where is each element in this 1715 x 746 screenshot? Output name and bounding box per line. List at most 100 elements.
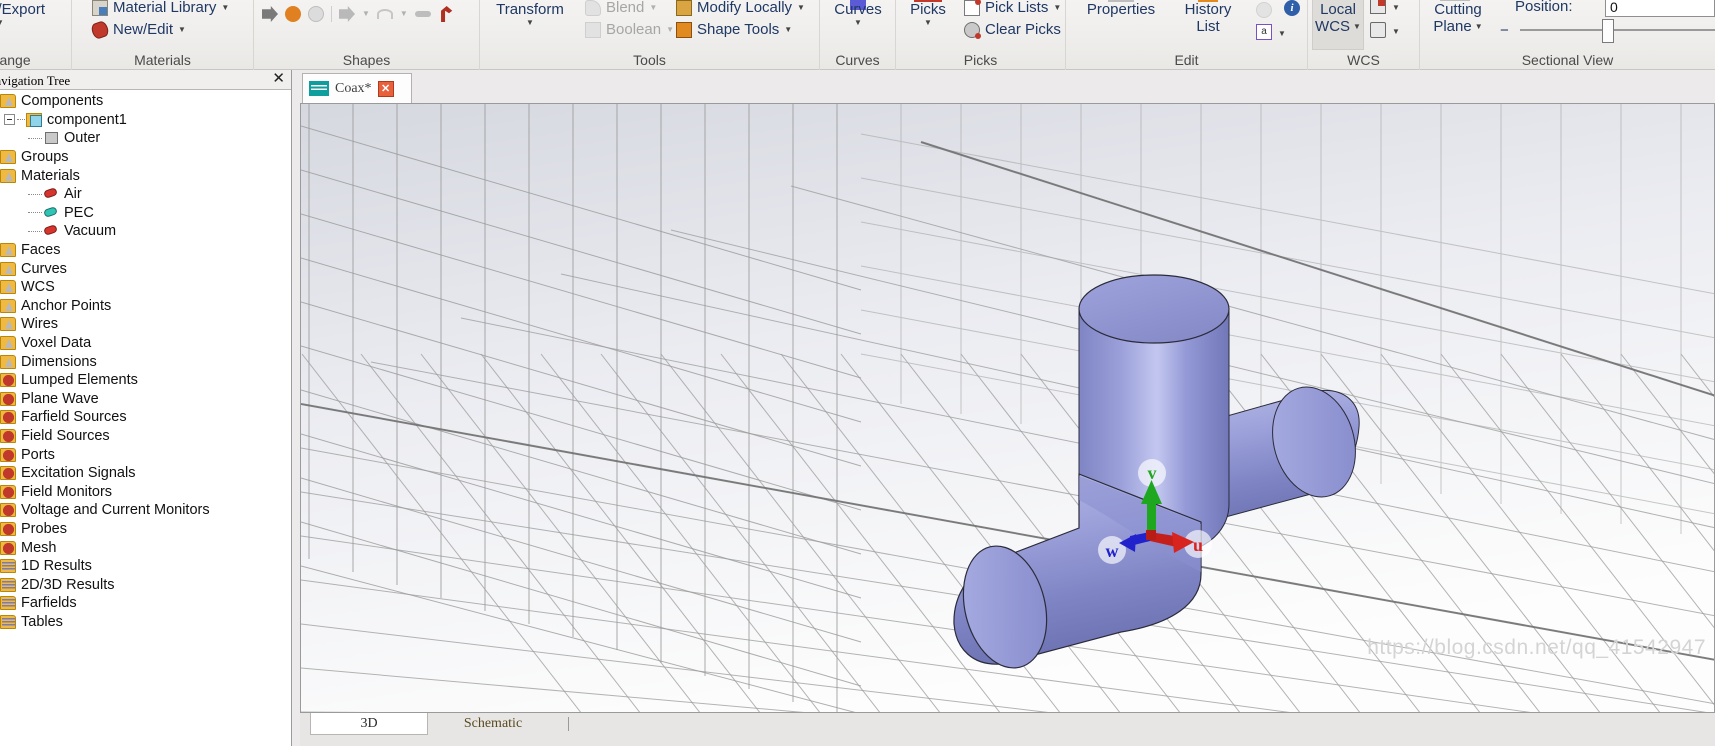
tree-item-components[interactable]: Components (0, 92, 291, 111)
wcs-align-icon[interactable] (1370, 22, 1386, 38)
transform-button[interactable]: Transform ▼ (488, 1, 572, 27)
bottom-tab-separator (568, 717, 569, 731)
chevron-down-icon[interactable]: ▼ (526, 18, 534, 27)
chevron-down-icon[interactable]: ▼ (400, 10, 408, 18)
update-icon[interactable] (1256, 2, 1272, 18)
tree-item-2d-3d-results[interactable]: 2D/3D Results (0, 575, 291, 594)
tree-item-air[interactable]: Air (0, 185, 291, 204)
3d-scene[interactable]: v u w (301, 104, 1715, 713)
chevron-down-icon[interactable]: ▼ (797, 4, 805, 12)
tree-item-plane-wave[interactable]: Plane Wave (0, 390, 291, 409)
import-export-button[interactable]: Import/Export ▼ (0, 1, 72, 27)
position-slider-track[interactable] (1520, 29, 1715, 31)
3d-viewport[interactable]: v u w https://blog.csdn.net/qq_41542947 (300, 103, 1715, 713)
chevron-down-icon[interactable]: ▼ (784, 26, 792, 34)
chevron-down-icon[interactable]: ▼ (854, 18, 862, 27)
tree-item-mesh[interactable]: Mesh (0, 538, 291, 557)
tree-connector (28, 137, 42, 139)
close-icon[interactable]: ✕ (377, 80, 394, 97)
tree-item-vacuum[interactable]: Vacuum (0, 222, 291, 241)
chevron-down-icon[interactable]: ▼ (924, 18, 932, 27)
chevron-down-icon[interactable]: ▼ (1392, 4, 1400, 12)
ribbon-group-title-curves: Curves (835, 52, 880, 68)
cutting-plane-button[interactable]: Cutting Plane ▼ (1422, 1, 1494, 35)
info-icon[interactable]: i (1284, 0, 1300, 16)
tree-item-materials[interactable]: Materials (0, 166, 291, 185)
curves-button[interactable]: Curves ▼ (820, 1, 896, 27)
bottom-tab-3d[interactable]: 3D (310, 713, 428, 735)
local-wcs-button[interactable]: Local WCS ▼ (1312, 1, 1364, 35)
tree-item-farfields[interactable]: Farfields (0, 594, 291, 613)
blend-button[interactable]: Blend ▼ (585, 0, 657, 17)
folder-geometry-icon (0, 317, 16, 332)
history-list-button[interactable]: History List (1170, 1, 1246, 35)
navigation-tree-list: Components component1 Outer Groups Materials… (0, 90, 291, 631)
clear-picks-button[interactable]: Clear Picks (964, 21, 1061, 40)
tree-item-voxel-data[interactable]: Voxel Data (0, 334, 291, 353)
picks-button[interactable]: Picks ▼ (896, 1, 960, 27)
parameters-icon[interactable]: a (1256, 24, 1272, 40)
chevron-down-icon[interactable]: ▼ (178, 26, 186, 34)
chevron-down-icon[interactable]: ▼ (221, 4, 229, 12)
chevron-down-icon[interactable]: ▼ (1353, 22, 1361, 31)
chevron-down-icon[interactable]: ▼ (1278, 30, 1286, 38)
new-edit-material-button[interactable]: New/Edit ▼ (89, 19, 186, 41)
chevron-down-icon[interactable]: ▼ (666, 26, 674, 34)
properties-button[interactable]: Properties (1072, 1, 1170, 19)
tree-item-voltage-and-current-monitors[interactable]: Voltage and Current Monitors (0, 501, 291, 520)
shape-tools-button[interactable]: Shape Tools ▼ (676, 21, 792, 39)
tree-connector (28, 212, 42, 214)
trace-from-curve-icon[interactable] (376, 9, 393, 19)
tree-item-field-sources[interactable]: Field Sources (0, 427, 291, 446)
chevron-down-icon[interactable]: ▼ (649, 4, 657, 12)
boolean-button[interactable]: Boolean ▼ (585, 21, 674, 39)
chevron-down-icon[interactable]: ▼ (1392, 28, 1400, 36)
extrude-icon[interactable] (262, 6, 278, 22)
material-library-button[interactable]: Material Library ▼ (92, 0, 229, 17)
tree-item-excitation-signals[interactable]: Excitation Signals (0, 464, 291, 483)
tree-item-component1[interactable]: component1 (0, 111, 291, 130)
ribbon-group-title-materials: Materials (134, 52, 191, 68)
position-input[interactable] (1605, 0, 1715, 17)
wcs-transform-icon[interactable] (1370, 0, 1386, 14)
tree-item-faces[interactable]: Faces (0, 241, 291, 260)
expander-icon[interactable] (4, 114, 15, 126)
tree-item-curves[interactable]: Curves (0, 259, 291, 278)
close-icon[interactable]: ✕ (272, 72, 285, 87)
pick-lists-button[interactable]: Pick Lists ▼ (964, 0, 1061, 17)
tree-item-label: Air (64, 186, 82, 203)
tree-item-farfield-sources[interactable]: Farfield Sources (0, 408, 291, 427)
tree-item-outer[interactable]: Outer (0, 129, 291, 148)
modify-locally-button[interactable]: Modify Locally ▼ (676, 0, 805, 17)
chevron-down-icon[interactable]: ▼ (362, 10, 370, 18)
tree-item-groups[interactable]: Groups (0, 148, 291, 167)
tree-item-ports[interactable]: Ports (0, 445, 291, 464)
cst-main-window: Import/Export ▼ Exchange Material Librar… (0, 0, 1715, 746)
decrease-position-button[interactable]: − (1500, 22, 1509, 39)
chevron-down-icon[interactable]: ▼ (1475, 22, 1483, 31)
tree-item-dimensions[interactable]: Dimensions (0, 352, 291, 371)
tree-item-pec[interactable]: PEC (0, 204, 291, 223)
rotate-icon[interactable] (285, 6, 301, 22)
chevron-down-icon[interactable]: ▼ (1053, 4, 1061, 12)
tree-item-lumped-elements[interactable]: Lumped Elements (0, 371, 291, 390)
tree-item-probes[interactable]: Probes (0, 520, 291, 539)
bottom-tab-schematic[interactable]: Schematic (428, 713, 558, 735)
blend-label: Blend (606, 0, 645, 16)
tree-item-wcs[interactable]: WCS (0, 278, 291, 297)
tree-item-field-monitors[interactable]: Field Monitors (0, 482, 291, 501)
tree-item-anchor-points[interactable]: Anchor Points (0, 297, 291, 316)
ribbon-group-shapes: ▼ ▼ Shapes (254, 0, 480, 70)
cylinder-icon[interactable] (441, 6, 453, 22)
position-slider-thumb[interactable] (1602, 19, 1614, 43)
tree-item-1d-results[interactable]: 1D Results (0, 557, 291, 576)
tree-item-label: Excitation Signals (21, 465, 136, 482)
bend-sheet-icon[interactable] (414, 11, 431, 17)
chevron-down-icon[interactable]: ▼ (0, 18, 4, 27)
ribbon-group-title-picks: Picks (963, 52, 998, 68)
document-tab-coax[interactable]: Coax* ✕ (302, 73, 412, 103)
solid-cube-glyph (45, 132, 58, 145)
extrude-curve-icon[interactable] (339, 6, 355, 22)
tree-item-tables[interactable]: Tables (0, 613, 291, 632)
tree-item-wires[interactable]: Wires (0, 315, 291, 334)
